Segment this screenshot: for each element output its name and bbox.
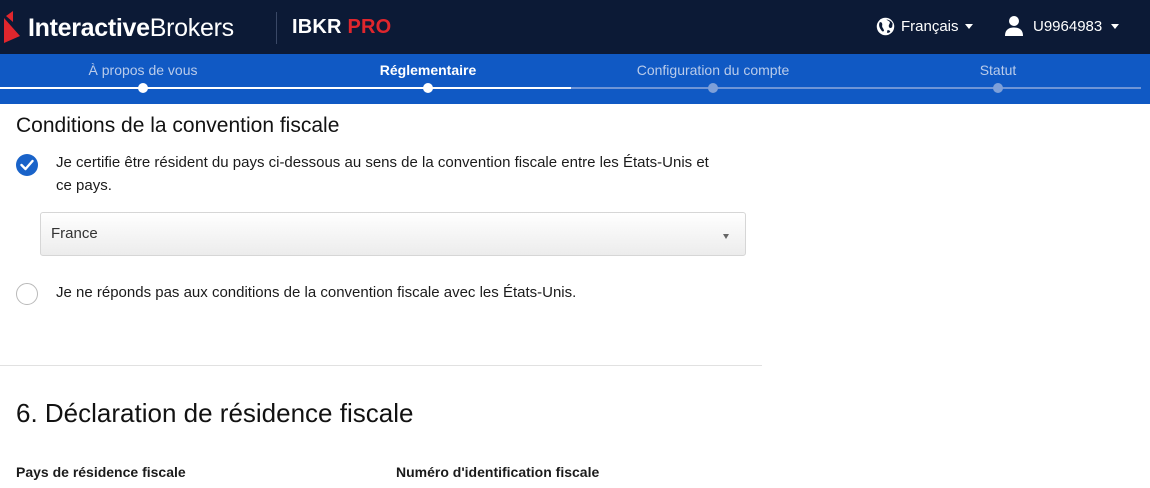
user-id: U9964983 — [1033, 17, 1103, 35]
tin-label: Numéro d'identification fiscale — [396, 464, 600, 480]
product-tier: PRO — [347, 16, 392, 38]
brand-wordmark: InteractiveBrokers — [28, 14, 234, 43]
step-account-config-dot — [708, 83, 718, 93]
progress-stepper: À propos de vous Réglementaire Configura… — [0, 54, 1150, 104]
ib-logo-mark-icon — [0, 10, 26, 46]
step-regulatory-dot[interactable] — [423, 83, 433, 93]
step-account-config-label: Configuration du compte — [636, 62, 790, 78]
checkmark-icon — [20, 159, 34, 171]
stepper-track-remaining — [571, 87, 1141, 89]
language-selector[interactable]: Français — [876, 14, 973, 38]
certify-resident-text[interactable]: Je certifie être résident du pays ci-des… — [56, 151, 709, 197]
certify-resident-line1: Je certifie être résident du pays ci-des… — [56, 154, 709, 171]
residence-section-title: 6. Déclaration de résidence fiscale — [16, 398, 414, 428]
select-arrow-down-icon — [723, 234, 729, 239]
user-icon — [1005, 16, 1023, 36]
product-name: IBKR PRO — [292, 16, 391, 39]
brand-logo[interactable]: InteractiveBrokers — [0, 10, 234, 46]
tax-country-label: Pays de résidence fiscale — [16, 464, 186, 480]
section-divider — [0, 365, 762, 366]
stepper-track-completed — [0, 87, 571, 89]
product-name-text: IBKR — [292, 16, 342, 38]
user-caret-down-icon — [1111, 23, 1120, 29]
decline-treaty-radio[interactable] — [16, 283, 38, 305]
language-caret-down-icon — [964, 23, 973, 29]
header-divider — [276, 12, 277, 44]
step-about-you-label[interactable]: À propos de vous — [89, 62, 198, 78]
brand-wordmark-regular: Brokers — [149, 13, 234, 42]
user-menu[interactable]: U9964983 — [1004, 13, 1120, 39]
step-status-label: Statut — [979, 62, 1017, 78]
top-header: InteractiveBrokers IBKR PRO Français U99… — [0, 0, 1150, 54]
step-about-you-dot[interactable] — [138, 83, 148, 93]
treaty-country-select[interactable]: France — [40, 212, 746, 256]
brand-wordmark-bold: Interactive — [28, 13, 150, 42]
certify-resident-line2: ce pays. — [56, 177, 112, 194]
treaty-section-title: Conditions de la convention fiscale — [16, 114, 340, 137]
treaty-country-value: France — [51, 225, 98, 242]
language-label: Français — [901, 17, 959, 35]
step-regulatory-label[interactable]: Réglementaire — [380, 62, 476, 78]
certify-resident-radio[interactable] — [16, 154, 38, 176]
globe-icon — [876, 17, 895, 35]
step-status-dot — [993, 83, 1003, 93]
decline-treaty-text[interactable]: Je ne réponds pas aux conditions de la c… — [56, 281, 576, 304]
